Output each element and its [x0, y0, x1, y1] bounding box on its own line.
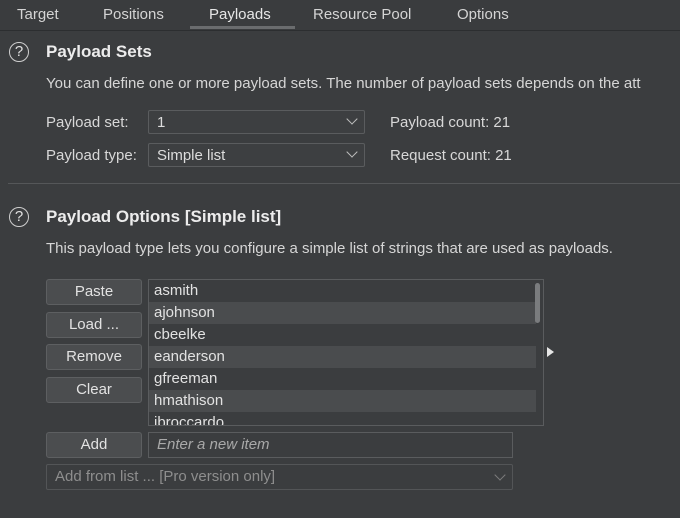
payload-type-value: Simple list: [157, 147, 226, 164]
tab-target[interactable]: Target: [17, 6, 59, 23]
payload-list[interactable]: asmith ajohnson cbeelke eanderson gfreem…: [148, 279, 544, 426]
active-tab-indicator: [190, 26, 295, 29]
payload-set-select[interactable]: 1: [148, 110, 365, 134]
play-arrow-icon: [547, 347, 554, 357]
remove-button[interactable]: Remove: [46, 344, 142, 370]
clear-button[interactable]: Clear: [46, 377, 142, 403]
list-item[interactable]: eanderson: [149, 346, 536, 368]
chevron-down-icon: [494, 469, 506, 481]
section-divider: [8, 183, 680, 184]
payload-set-value: 1: [157, 114, 166, 131]
list-item[interactable]: gfreeman: [149, 368, 536, 390]
payload-set-label: Payload set:: [46, 114, 129, 131]
payload-sets-description: You can define one or more payload sets.…: [46, 75, 641, 92]
list-item[interactable]: asmith: [149, 280, 536, 302]
chevron-down-icon: [346, 146, 358, 158]
list-scrollbar[interactable]: [535, 283, 540, 323]
list-item[interactable]: cbeelke: [149, 324, 536, 346]
tab-resource-pool[interactable]: Resource Pool: [313, 6, 411, 23]
add-from-list-label: Add from list ... [Pro version only]: [55, 468, 276, 485]
chevron-down-icon: [346, 113, 358, 125]
list-item[interactable]: ibroccardo: [149, 412, 536, 425]
request-count: Request count: 21: [390, 147, 512, 164]
payload-count: Payload count: 21: [390, 114, 511, 131]
new-item-input[interactable]: Enter a new item: [148, 432, 513, 458]
payload-type-select[interactable]: Simple list: [148, 143, 365, 167]
load-button[interactable]: Load ...: [46, 312, 142, 338]
payload-options-description: This payload type lets you configure a s…: [46, 240, 613, 257]
tab-options[interactable]: Options: [457, 6, 509, 23]
tab-positions[interactable]: Positions: [103, 6, 164, 23]
help-icon[interactable]: ?: [9, 207, 29, 227]
list-item[interactable]: ajohnson: [149, 302, 536, 324]
payload-sets-title: Payload Sets: [46, 42, 152, 61]
add-from-list-select[interactable]: Add from list ... [Pro version only]: [46, 464, 513, 490]
add-button[interactable]: Add: [46, 432, 142, 458]
payload-options-title: Payload Options [Simple list]: [46, 207, 282, 226]
list-item[interactable]: hmathison: [149, 390, 536, 412]
tab-bar: Target Positions Payloads Resource Pool …: [0, 0, 680, 31]
tab-payloads[interactable]: Payloads: [209, 6, 271, 23]
help-icon[interactable]: ?: [9, 42, 29, 62]
payload-type-label: Payload type:: [46, 147, 137, 164]
paste-button[interactable]: Paste: [46, 279, 142, 305]
